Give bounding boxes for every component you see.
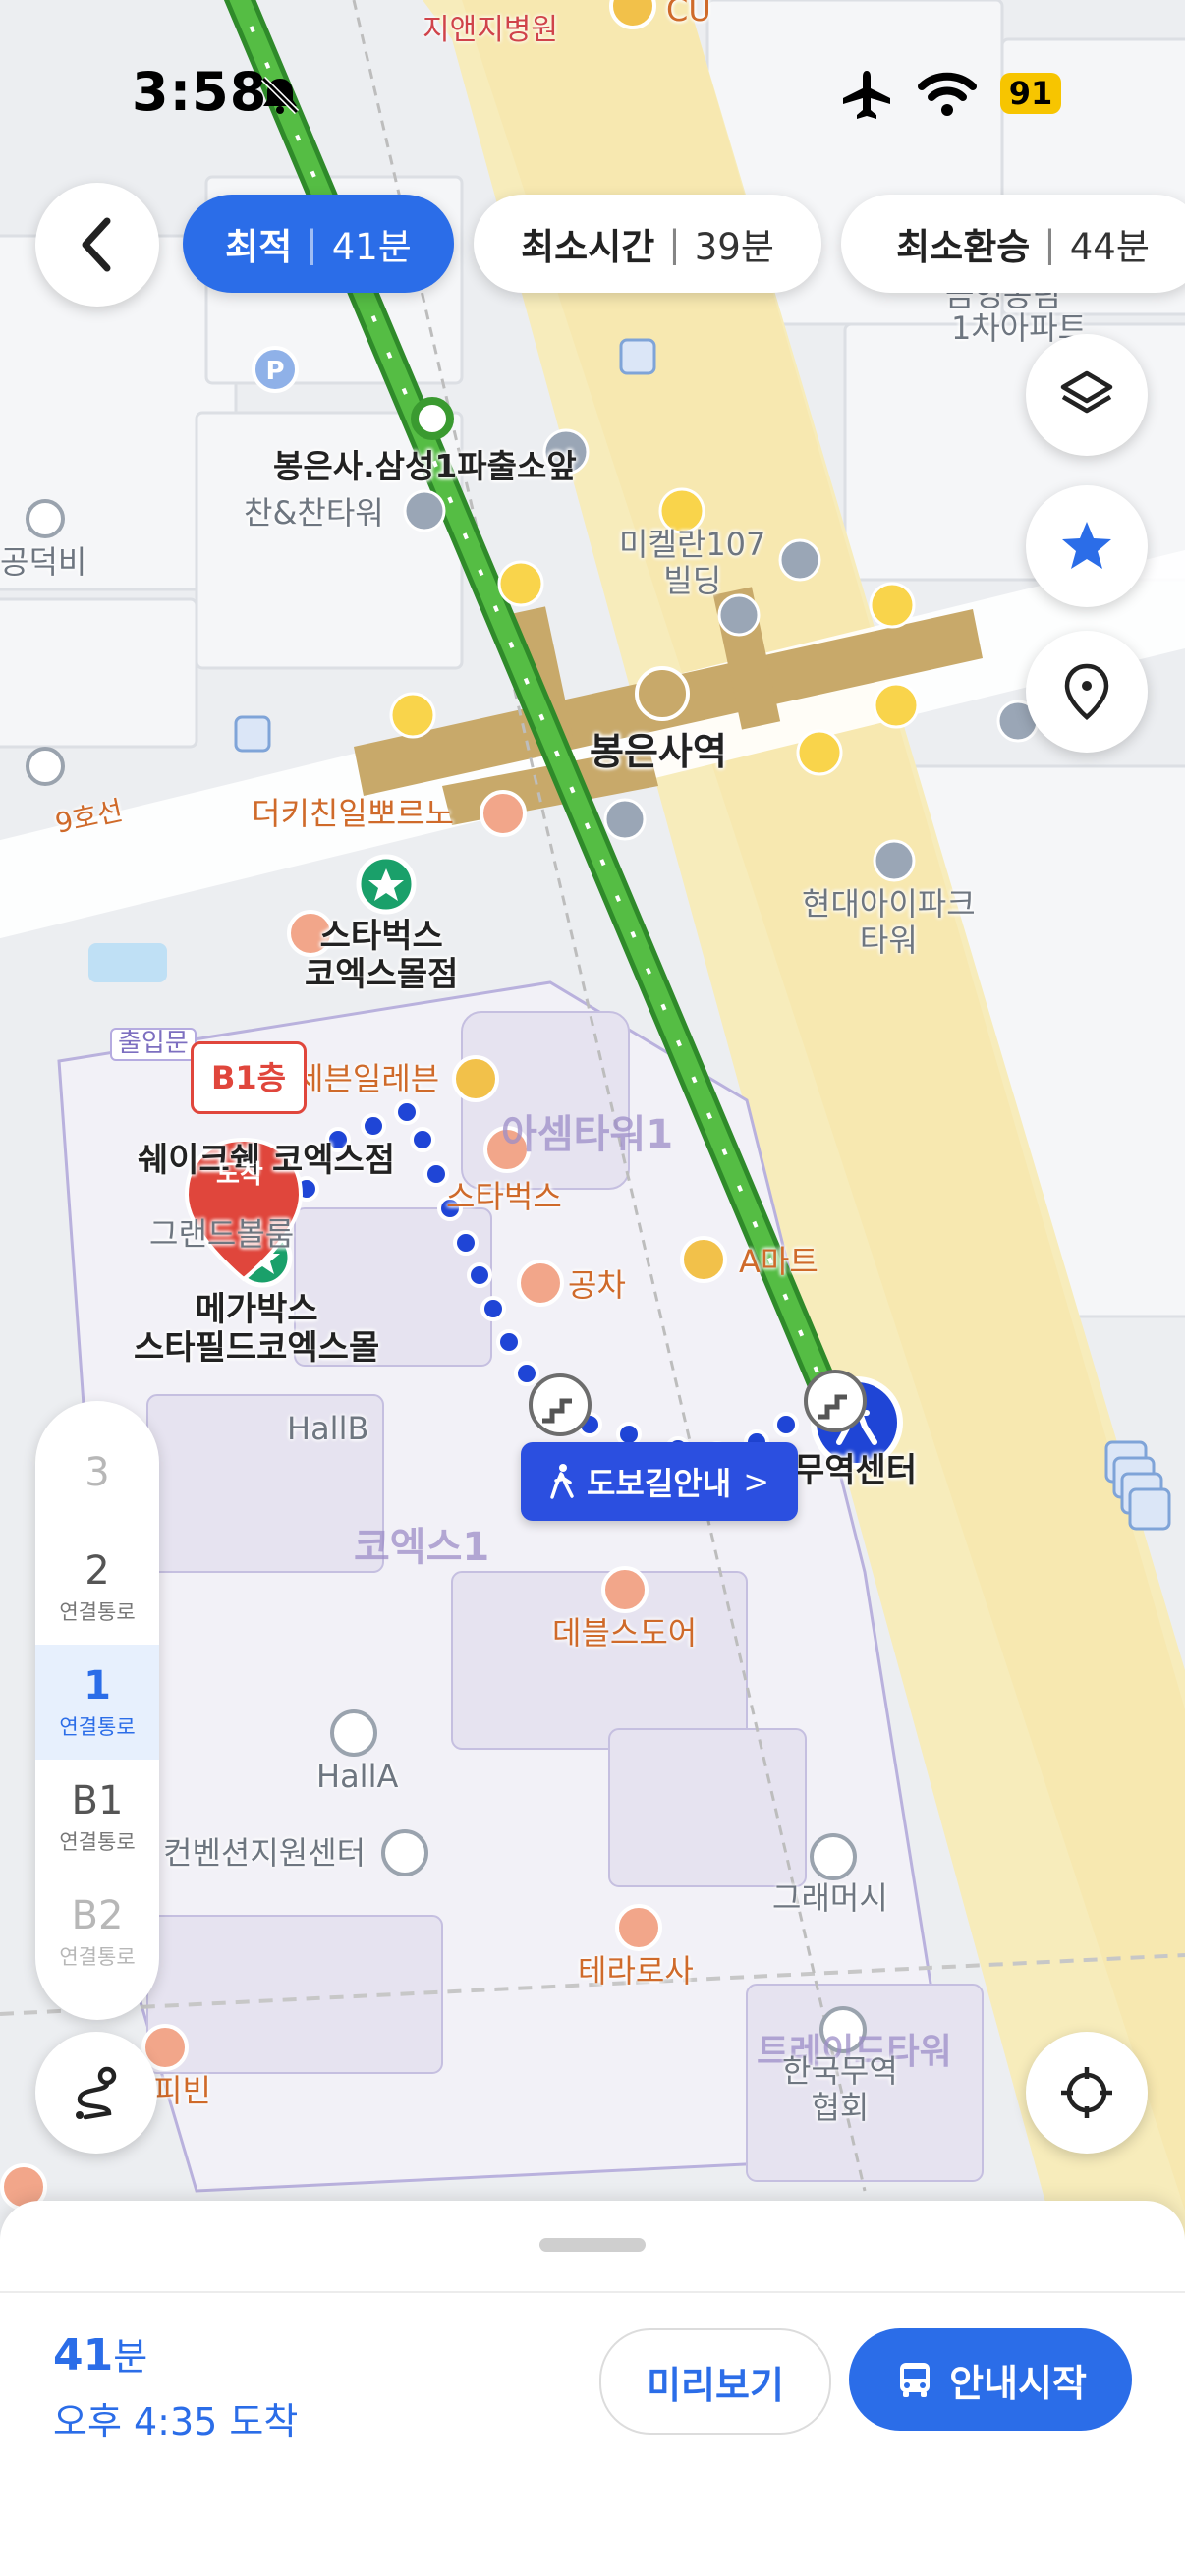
start-guidance-button[interactable]: 안내시작 <box>849 2328 1132 2431</box>
layers-icon <box>1060 370 1113 414</box>
airplane-icon <box>843 71 890 119</box>
map-label-chan-tower[interactable]: 찬&찬타워 <box>244 495 384 532</box>
floor-number: 2 <box>85 1547 110 1594</box>
layers-button[interactable] <box>1026 334 1148 456</box>
route-duration-unit: 분 <box>113 2335 148 2379</box>
map-label-michelan[interactable]: 미켈란107 빌딩 <box>619 527 765 599</box>
floor-sublabel: 연결통로 <box>59 1714 136 1739</box>
route-button[interactable] <box>35 2032 157 2154</box>
map-label-gramercy[interactable]: 그래머시 <box>772 1880 888 1917</box>
map-label-station[interactable]: 봉은사역 <box>590 730 727 774</box>
chevron-left-icon <box>82 217 111 272</box>
tab-min-transfer-route[interactable]: 최소환승 | 44분 <box>841 195 1185 293</box>
route-duration-value: 41 <box>53 2330 114 2380</box>
map-label-seven-eleven[interactable]: 세븐일레븐 <box>295 1061 439 1097</box>
floor-option-1[interactable]: 1 연결통로 <box>35 1645 159 1760</box>
map-label-shake-shack[interactable]: 쉐이크쉑 코엑스점 <box>138 1141 395 1180</box>
preview-button[interactable]: 미리보기 <box>599 2328 831 2435</box>
crosshair-icon <box>1061 2067 1112 2118</box>
favorite-button[interactable] <box>1026 485 1148 607</box>
location-pin-icon <box>1064 663 1109 720</box>
tab-min-transfer-time: 44분 <box>1069 226 1150 268</box>
map-label-starbucks2[interactable]: 스타벅스 <box>446 1179 562 1215</box>
map-label-hyundai-ipark[interactable]: 현대아이파크 타워 <box>802 886 976 959</box>
tab-optimal-route[interactable]: 최적 | 41분 <box>183 195 454 293</box>
map-label-coex1: 코엑스1 <box>354 1525 490 1570</box>
map-label-asem-tower: 아셈타워1 <box>501 1112 674 1157</box>
silent-bell-icon <box>260 76 300 115</box>
floor-number: 3 <box>85 1449 110 1495</box>
map-label-cu[interactable]: CU <box>666 0 711 28</box>
map-label-kita[interactable]: 한국무역 협회 <box>782 2053 898 2126</box>
map-label-grand-ballroom[interactable]: 그랜드볼룸 <box>149 1216 294 1253</box>
route-duration: 41분 <box>53 2326 147 2380</box>
tab-optimal-name: 최적 <box>225 226 293 268</box>
map-label-gongdeok[interactable]: 공덕비 <box>0 544 86 581</box>
tab-min-time-route[interactable]: 최소시간 | 39분 <box>474 195 821 293</box>
map-label-destination: 도착 <box>216 1160 263 1190</box>
battery-indicator: 91 <box>1000 73 1061 114</box>
map-label-bottom-left: 피빈 <box>153 2072 211 2109</box>
tab-separator: | <box>668 222 681 265</box>
bus-icon <box>900 2363 931 2397</box>
star-icon <box>1062 522 1111 569</box>
floor-option-3[interactable]: 3 <box>35 1415 159 1530</box>
map-label-hallb[interactable]: HallB <box>287 1411 368 1447</box>
chevron-right-icon: > <box>743 1463 769 1500</box>
map-label-bus-stop[interactable]: 봉은사.삼성1파출소앞 <box>273 448 577 485</box>
route-summary-sheet[interactable]: 41분 오후 4:35 도착 미리보기 안내시작 <box>0 2201 1185 2576</box>
map-label-starbucks-coex[interactable]: 스타벅스 코엑스몰점 <box>305 917 458 994</box>
floor-option-b1[interactable]: B1 연결통로 <box>35 1760 159 1875</box>
tab-min-time-name: 최소시간 <box>521 226 655 268</box>
floor-sublabel: 연결통로 <box>59 1829 136 1854</box>
floor-sublabel: 연결통로 <box>59 1944 136 1969</box>
floor-number: 1 <box>84 1662 111 1708</box>
floor-number: B1 <box>71 1777 124 1823</box>
svg-text:P: P <box>265 357 284 386</box>
status-time: 3:58 <box>132 61 268 123</box>
tab-optimal-time: 41분 <box>331 226 412 268</box>
map-label-convention[interactable]: 컨벤션지원센터 <box>163 1835 366 1872</box>
map-label-megabox[interactable]: 메가박스 스타필드코엑스몰 <box>134 1290 379 1368</box>
tab-separator: | <box>306 222 318 265</box>
floor-option-b2[interactable]: B2 연결통로 <box>35 1875 159 1989</box>
map-label-devils-door[interactable]: 데블스도어 <box>552 1615 697 1652</box>
location-pin-button[interactable] <box>1026 631 1148 753</box>
map-label-amart[interactable]: A마트 <box>739 1244 818 1280</box>
preview-button-label: 미리보기 <box>647 2363 784 2407</box>
sheet-drag-handle[interactable] <box>539 2238 646 2252</box>
floor-option-2[interactable]: 2 연결통로 <box>35 1530 159 1645</box>
map-label-halla[interactable]: HallA <box>316 1759 398 1795</box>
tab-min-transfer-name: 최소환승 <box>896 226 1031 268</box>
map-label-hospital[interactable]: 지앤지병원 <box>423 13 558 48</box>
map-label-trade-center[interactable]: 무역센터 <box>794 1451 917 1490</box>
map-label-terarosa[interactable]: 테라로사 <box>578 1953 694 1989</box>
current-location-button[interactable] <box>1026 2032 1148 2154</box>
tab-min-time-time: 39분 <box>694 226 774 268</box>
map-label-gongcha[interactable]: 공차 <box>568 1267 626 1304</box>
arrival-time: 오후 4:35 도착 <box>53 2400 299 2443</box>
start-guidance-label: 안내시작 <box>949 2361 1087 2405</box>
walk-guide-button[interactable]: 도보길안내 > <box>521 1442 798 1521</box>
sheet-divider <box>0 2291 1185 2293</box>
route-icon <box>76 2066 117 2120</box>
walking-person-icon <box>550 1464 574 1499</box>
floor-number: B2 <box>71 1892 124 1938</box>
tab-separator: | <box>1044 222 1056 265</box>
floor-selector[interactable]: 3 2 연결통로 1 연결통로 B1 연결통로 B2 연결통로 <box>35 1401 159 2020</box>
walk-guide-label: 도보길안내 <box>586 1465 732 1502</box>
map-label-coffee[interactable]: 더키친일뽀르노 <box>252 796 454 832</box>
floor-sublabel: 연결통로 <box>59 1599 136 1624</box>
back-button[interactable] <box>35 183 159 307</box>
map-label-exit: 출입문 <box>110 1028 197 1061</box>
wifi-icon <box>918 72 977 116</box>
b1-floor-marker[interactable]: B1층 <box>191 1041 307 1114</box>
